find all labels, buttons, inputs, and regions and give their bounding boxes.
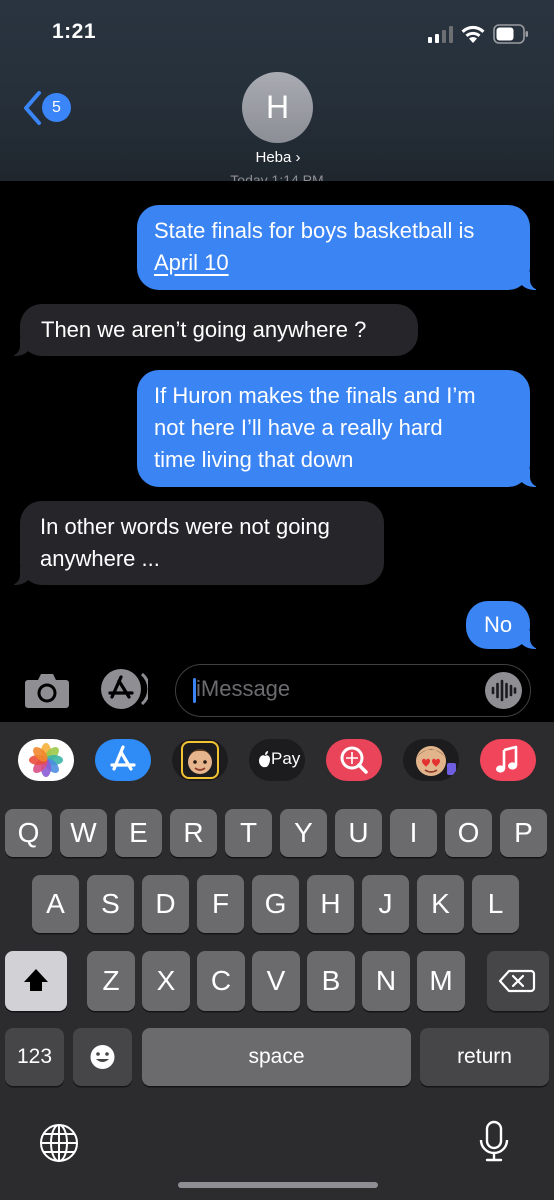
key-c[interactable]: C [197, 951, 245, 1011]
app-store-drawer-icon[interactable] [98, 668, 148, 710]
key-z[interactable]: Z [87, 951, 135, 1011]
key-y[interactable]: Y [280, 809, 327, 857]
key-h[interactable]: H [307, 875, 354, 933]
contact-name[interactable]: Heba › [240, 149, 316, 166]
space-key[interactable]: space [142, 1028, 411, 1086]
message-text-line: anywhere ... [40, 546, 160, 571]
contact-avatar[interactable]: H [242, 72, 313, 143]
cellular-signal-icon [428, 26, 454, 43]
date-link[interactable]: April 10 [154, 250, 229, 275]
numbers-key[interactable]: 123 [5, 1028, 64, 1086]
shift-arrow-icon [24, 969, 48, 991]
status-time: 1:21 [52, 20, 97, 43]
key-t[interactable]: T [225, 809, 272, 857]
key-d[interactable]: D [142, 875, 189, 933]
message-text: Then we aren’t going anywhere ? [41, 317, 367, 342]
apple-pay-label: Pay [271, 749, 301, 768]
delete-key[interactable] [487, 951, 549, 1011]
animoji-icon[interactable] [403, 739, 459, 781]
globe-icon[interactable] [38, 1122, 80, 1164]
key-p[interactable]: P [500, 809, 547, 857]
message-text-line: time living that down [154, 447, 354, 472]
key-q[interactable]: Q [5, 809, 52, 857]
conversation-header: 1:21 5 H Heba › [0, 0, 554, 181]
memoji-stickers-icon[interactable] [172, 739, 228, 781]
key-l[interactable]: L [472, 875, 519, 933]
camera-icon[interactable] [24, 670, 70, 710]
message-timestamp: Today 1:14 PM [230, 172, 324, 181]
emoji-key[interactable] [73, 1028, 132, 1086]
return-key[interactable]: return [420, 1028, 549, 1086]
input-placeholder: iMessage [196, 676, 291, 701]
message-text-line: In other words were not going [40, 514, 330, 539]
app-store-icon[interactable] [95, 739, 151, 781]
home-indicator[interactable] [178, 1182, 378, 1188]
key-a[interactable]: A [32, 875, 79, 933]
key-j[interactable]: J [362, 875, 409, 933]
key-m[interactable]: M [417, 951, 465, 1011]
photos-app-icon[interactable] [18, 739, 74, 781]
music-icon[interactable] [480, 739, 536, 781]
key-g[interactable]: G [252, 875, 299, 933]
message-bubble-sent[interactable]: State finals for boys basketball is Apri… [137, 205, 544, 290]
message-text-line: not here I’ll have a really hard [154, 415, 443, 440]
unread-count-badge[interactable]: 5 [42, 93, 71, 122]
back-chevron-icon[interactable] [22, 90, 42, 126]
key-k[interactable]: K [417, 875, 464, 933]
audio-message-button[interactable] [485, 672, 522, 709]
wifi-icon [461, 25, 485, 43]
message-text: State finals for boys basketball is [154, 218, 475, 243]
message-bubble-received[interactable]: Then we aren’t going anywhere ? [6, 304, 418, 356]
key-f[interactable]: F [197, 875, 244, 933]
message-text: No [483, 612, 513, 637]
key-u[interactable]: U [335, 809, 382, 857]
key-e[interactable]: E [115, 809, 162, 857]
key-s[interactable]: S [87, 875, 134, 933]
battery-icon [493, 24, 528, 44]
key-v[interactable]: V [252, 951, 300, 1011]
message-bubble-sent[interactable]: If Huron makes the finals and I’m not he… [137, 370, 544, 487]
imessage-input[interactable]: iMessage [175, 664, 531, 717]
key-b[interactable]: B [307, 951, 355, 1011]
key-x[interactable]: X [142, 951, 190, 1011]
key-i[interactable]: I [390, 809, 437, 857]
message-bubble-sent[interactable]: No [466, 601, 544, 649]
images-search-icon[interactable] [326, 739, 382, 781]
key-r[interactable]: R [170, 809, 217, 857]
waveform-icon [491, 679, 517, 702]
message-text-line: If Huron makes the finals and I’m [154, 383, 476, 408]
apple-pay-icon[interactable]: Pay [249, 739, 305, 781]
backspace-icon [498, 969, 536, 993]
key-w[interactable]: W [60, 809, 107, 857]
key-n[interactable]: N [362, 951, 410, 1011]
key-o[interactable]: O [445, 809, 492, 857]
shift-key[interactable] [5, 951, 67, 1011]
message-bubble-received[interactable]: In other words were not going anywhere .… [6, 501, 384, 585]
dictation-microphone-icon[interactable] [478, 1120, 510, 1166]
emoji-icon [90, 1045, 115, 1069]
